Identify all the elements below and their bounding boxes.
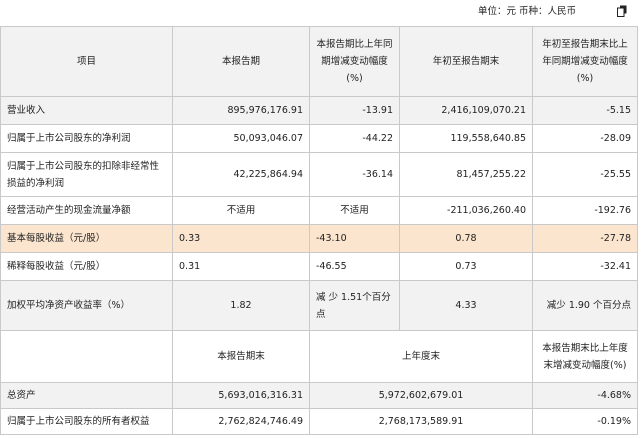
row-ytd-yoy: -192.76 <box>532 196 638 225</box>
row-current: 不适用 <box>172 196 310 225</box>
row-item: 加权平均净资产收益率（%） <box>0 280 173 331</box>
header2-period-end: 本报告期末 <box>172 330 310 383</box>
table-header-row: 项目 本报告期 本报告期比上年同期增减变动幅度(%) 年初至报告期末 年初至报告… <box>0 26 638 97</box>
row-item: 基本每股收益（元/股） <box>0 224 173 253</box>
row-ytd: 81,457,255.22 <box>399 152 533 197</box>
row-item: 经营活动产生的现金流量净额 <box>0 196 173 225</box>
row-yoy: -13.91 <box>309 96 400 125</box>
table-row: 基本每股收益（元/股） 0.33 -43.10 0.78 -27.78 <box>0 224 638 253</box>
table-row: 归属于上市公司股东的扣除非经常性损益的净利润 42,225,864.94 -36… <box>0 152 638 197</box>
row-last-year-end: 2,768,173,589.91 <box>309 408 533 435</box>
unit-label: 单位：元 币种：人民币 <box>477 6 576 17</box>
row-current: 0.33 <box>172 224 310 253</box>
row-yoy: 不适用 <box>309 196 400 225</box>
header-ytd-yoy: 年初至报告期末比上年同期增减变动幅度(%) <box>532 26 638 97</box>
row-ytd-yoy: -25.55 <box>532 152 638 197</box>
table-header-row-2: 本报告期末 上年度末 本报告期末比上年度末增减变动幅度(%) <box>0 330 638 383</box>
header2-last-year-end: 上年度末 <box>309 330 533 383</box>
row-ytd-yoy: -5.15 <box>532 96 638 125</box>
copy-icon[interactable] <box>617 5 627 17</box>
table-row: 归属于上市公司股东的净利润 50,093,046.07 -44.22 119,5… <box>0 124 638 153</box>
row-current: 42,225,864.94 <box>172 152 310 197</box>
row-yoy: 减 少 1.51个百分点 <box>309 280 400 331</box>
row-ytd-yoy: -28.09 <box>532 124 638 153</box>
row-yoy: -44.22 <box>309 124 400 153</box>
row-ytd-yoy: 减少 1.90 个百分点 <box>532 280 638 331</box>
row-item: 归属于上市公司股东的净利润 <box>0 124 173 153</box>
header-item: 项目 <box>0 26 173 97</box>
header-ytd: 年初至报告期末 <box>399 26 533 97</box>
row-item: 总资产 <box>0 382 173 409</box>
row-current: 1.82 <box>172 280 310 331</box>
row-period-end: 2,762,824,746.49 <box>172 408 310 435</box>
row-ytd-yoy: -27.78 <box>532 224 638 253</box>
table-row: 归属于上市公司股东的所有者权益 2,762,824,746.49 2,768,1… <box>0 408 638 435</box>
row-item: 归属于上市公司股东的扣除非经常性损益的净利润 <box>0 152 173 197</box>
row-yoy: -46.55 <box>309 252 400 281</box>
row-yoy: -43.10 <box>309 224 400 253</box>
header-yoy: 本报告期比上年同期增减变动幅度(%) <box>309 26 400 97</box>
table-row: 总资产 5,693,016,316.31 5,972,602,679.01 -4… <box>0 382 638 409</box>
header2-change: 本报告期末比上年度末增减变动幅度(%) <box>532 330 638 383</box>
row-current: 0.31 <box>172 252 310 281</box>
row-ytd: 4.33 <box>399 280 533 331</box>
row-ytd-yoy: -32.41 <box>532 252 638 281</box>
row-ytd: 119,558,640.85 <box>399 124 533 153</box>
row-current: 895,976,176.91 <box>172 96 310 125</box>
row-ytd: -211,036,260.40 <box>399 196 533 225</box>
row-item: 稀释每股收益（元/股） <box>0 252 173 281</box>
row-yoy: -36.14 <box>309 152 400 197</box>
header2-blank <box>0 330 173 383</box>
row-period-end: 5,693,016,316.31 <box>172 382 310 409</box>
table-row: 经营活动产生的现金流量净额 不适用 不适用 -211,036,260.40 -1… <box>0 196 638 225</box>
row-change: -4.68% <box>532 382 638 409</box>
row-last-year-end: 5,972,602,679.01 <box>309 382 533 409</box>
row-ytd: 0.73 <box>399 252 533 281</box>
table-row: 加权平均净资产收益率（%） 1.82 减 少 1.51个百分点 4.33 减少 … <box>0 280 638 331</box>
header-current: 本报告期 <box>172 26 310 97</box>
row-item: 归属于上市公司股东的所有者权益 <box>0 408 173 435</box>
financial-data-table: 项目 本报告期 本报告期比上年同期增减变动幅度(%) 年初至报告期末 年初至报告… <box>0 26 638 435</box>
row-ytd: 0.78 <box>399 224 533 253</box>
row-item: 营业收入 <box>0 96 173 125</box>
row-current: 50,093,046.07 <box>172 124 310 153</box>
table-row: 稀释每股收益（元/股） 0.31 -46.55 0.73 -32.41 <box>0 252 638 281</box>
row-change: -0.19% <box>532 408 638 435</box>
table-row: 营业收入 895,976,176.91 -13.91 2,416,109,070… <box>0 96 638 125</box>
row-ytd: 2,416,109,070.21 <box>399 96 533 125</box>
